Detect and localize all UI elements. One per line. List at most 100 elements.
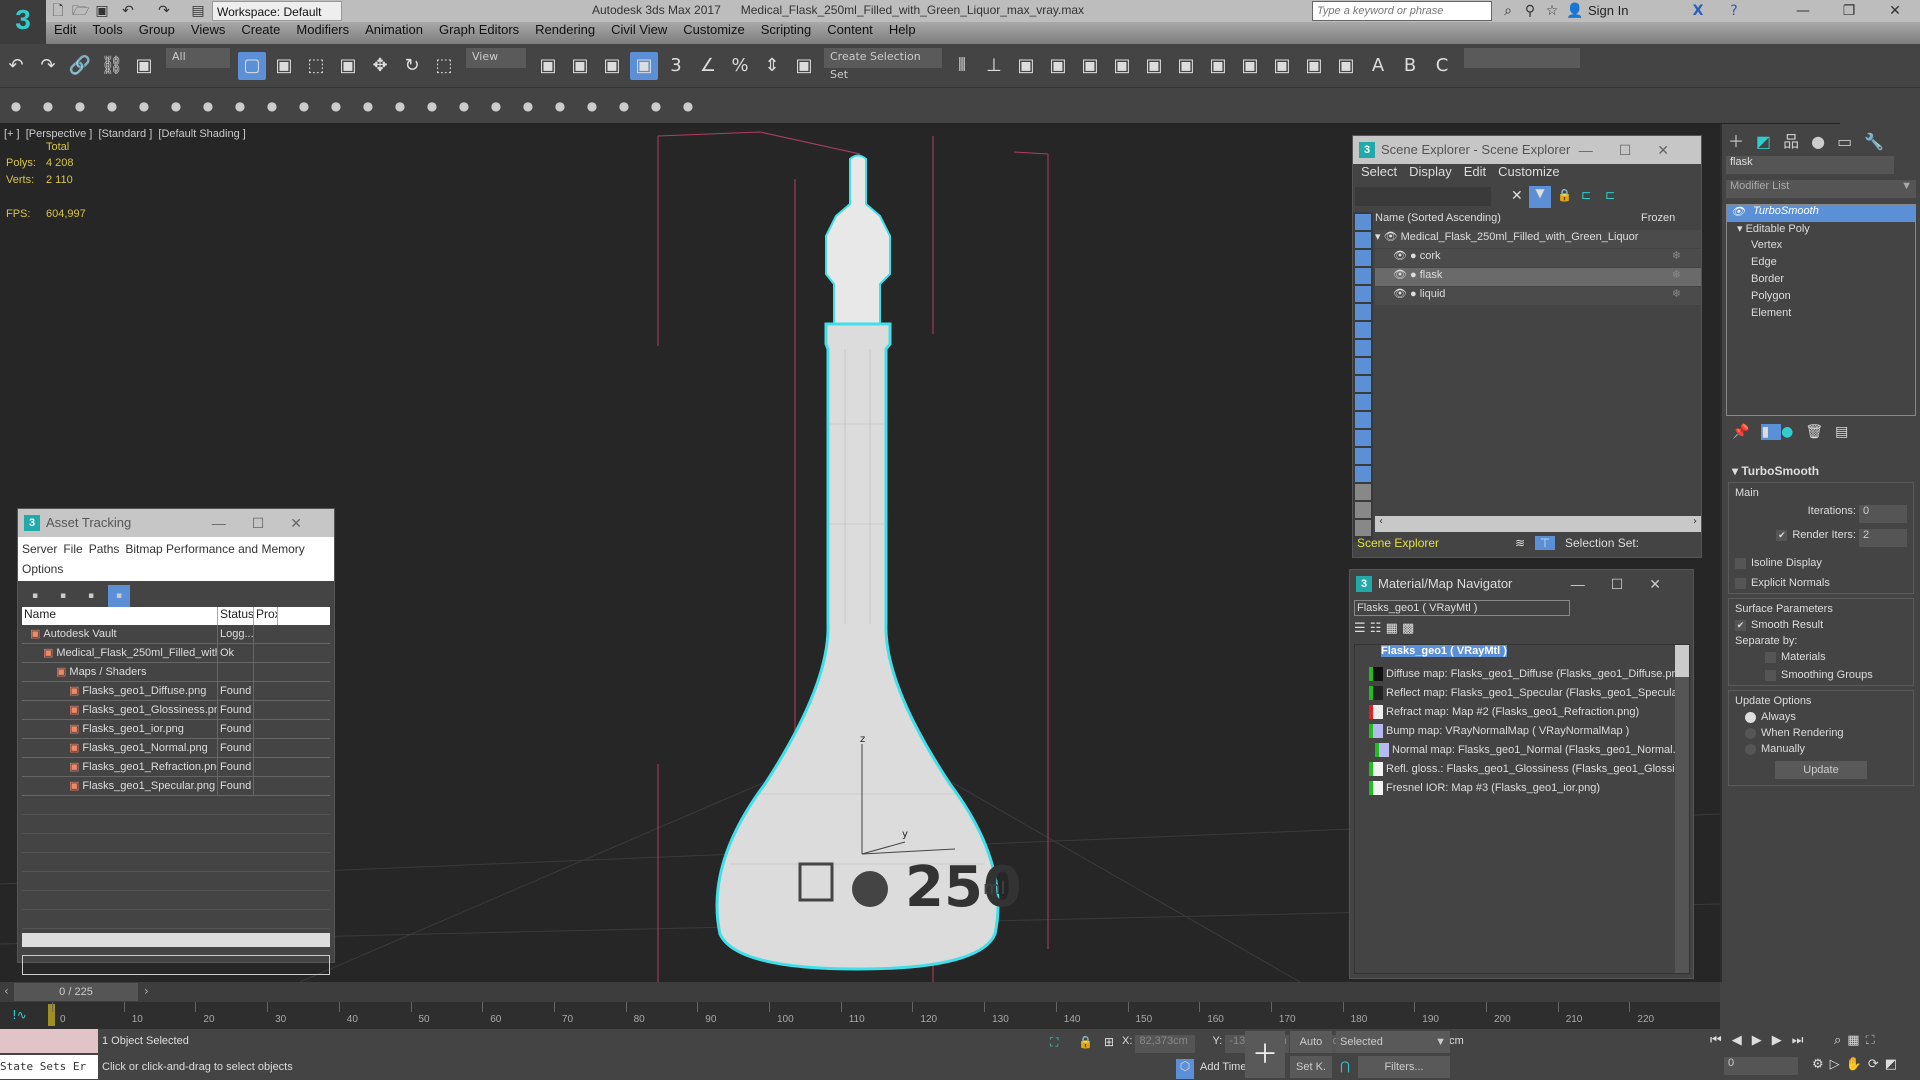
map-item[interactable]: Fresnel IOR: Map #3 (Flasks_geo1_ior.png… (1355, 779, 1689, 798)
open-file-icon[interactable]: 🗁 (72, 3, 89, 19)
scene-search-input[interactable] (1355, 187, 1491, 206)
hierarchy-collapse-icon[interactable]: ⊏ (1605, 188, 1615, 202)
render-iters-spinner[interactable]: 2 (1859, 529, 1907, 547)
hierarchy-icon[interactable]: ⊏ (1581, 188, 1591, 202)
always-radio[interactable] (1745, 711, 1756, 723)
modifier-eye-icon[interactable]: 👁 (1731, 205, 1745, 218)
column-header[interactable]: Status (218, 607, 254, 625)
tree-row-cork[interactable]: 👁 ● cork ❄ (1375, 249, 1701, 267)
asset-menu-item[interactable]: Paths (89, 542, 120, 556)
curve-editor-icon[interactable]: ▣ (1076, 52, 1104, 80)
restore-button[interactable]: ❐ (1826, 0, 1872, 22)
list-view-icon[interactable]: ▪ (108, 585, 130, 607)
x-coordinate-field[interactable]: 82,373cm (1135, 1035, 1196, 1053)
map-item[interactable]: Bump map: VRayNormalMap ( VRayNormalMap … (1355, 722, 1689, 741)
manually-radio[interactable] (1745, 743, 1756, 755)
asset-row[interactable]: ▣ Flasks_geo1_Normal.png Found (22, 739, 330, 758)
window-controls[interactable]: —☐✕ (212, 509, 328, 537)
explorer-selector[interactable]: Scene Explorer (1353, 536, 1439, 550)
star-icon[interactable]: ☆ (1544, 3, 1560, 19)
menu-create[interactable]: Create (233, 22, 288, 37)
toolbar2-tool-icon[interactable]: ● (5, 95, 27, 117)
place-icon[interactable]: ▣ (534, 52, 562, 80)
menu-content[interactable]: Content (819, 22, 881, 37)
named-selection-set-dropdown[interactable]: Create Selection Set (824, 48, 942, 81)
maxscript-listener[interactable] (0, 1029, 98, 1053)
new-file-icon[interactable]: 🗋 (50, 3, 66, 19)
frozen-icon[interactable]: ❄ (1672, 287, 1681, 300)
frozen-icon[interactable]: ❄ (1672, 249, 1681, 262)
exchange-icon[interactable]: X (1690, 3, 1706, 19)
curve-editor-icon[interactable]: !∿ (12, 1008, 27, 1022)
rendered-frame-icon[interactable]: ▣ (1204, 52, 1232, 80)
binoculars-icon[interactable]: ⌕ (1500, 3, 1516, 19)
object-name-field[interactable]: flask (1726, 156, 1894, 174)
toolbar2-tool-icon[interactable]: ● (485, 95, 507, 117)
select-object-icon[interactable]: ▢ (238, 52, 266, 80)
state-sets-field[interactable]: State Sets Er (0, 1055, 98, 1079)
display-filter-icon[interactable] (1355, 520, 1371, 536)
layers-icon[interactable]: ≋ (1515, 536, 1525, 550)
set-key-big-button[interactable]: ＋ (1245, 1031, 1285, 1078)
time-config-icon[interactable]: ⚙ (1812, 1057, 1830, 1072)
visibility-eye-icon[interactable]: 👁 (1393, 250, 1410, 262)
material-navigator-titlebar[interactable]: 3 Material/Map Navigator —☐✕ (1350, 570, 1693, 598)
tree-row-liquid[interactable]: 👁 ● liquid ❄ (1375, 287, 1701, 305)
menu-group[interactable]: Group (131, 22, 183, 37)
scene-explorer-titlebar[interactable]: 3 Scene Explorer - Scene Explorer —☐✕ (1353, 136, 1701, 164)
set-key-button[interactable]: Set K. (1290, 1056, 1332, 1078)
utilities-tab-icon[interactable]: 🔧 (1864, 132, 1896, 151)
project-icon[interactable]: ▤ (190, 3, 206, 19)
display-filter-icon[interactable] (1355, 448, 1371, 464)
select-by-name-icon[interactable]: ▣ (270, 52, 298, 80)
toolbar2-tool-icon[interactable]: ● (197, 95, 219, 117)
asset-menu-item[interactable]: Bitmap Performance and Memory (125, 542, 304, 556)
stack-item[interactable]: Edge (1727, 256, 1915, 273)
menu-civil-view[interactable]: Civil View (603, 22, 675, 37)
spinner-snap-icon[interactable]: ⇕ (758, 52, 786, 80)
visibility-eye-icon[interactable]: 👁 (1393, 288, 1410, 300)
toolbar2-tool-icon[interactable]: ● (325, 95, 347, 117)
display-filter-icon[interactable] (1355, 502, 1371, 518)
time-tag-icon[interactable]: ⬡ (1176, 1059, 1194, 1079)
show-end-result-icon[interactable]: ▮ (1761, 424, 1782, 440)
toolbar2-tool-icon[interactable]: ● (581, 95, 603, 117)
view-list-icon[interactable]: ☰ (1354, 621, 1370, 636)
materials-checkbox[interactable] (1765, 651, 1776, 663)
display-filter-icon[interactable] (1355, 214, 1371, 230)
display-filter-icon[interactable] (1355, 394, 1371, 410)
next-frame-button[interactable]: › (144, 984, 149, 998)
text-b-icon[interactable]: B (1396, 52, 1424, 80)
zoom-all-icon[interactable]: ▦ (1847, 1033, 1865, 1048)
toolbar2-tool-icon[interactable]: ● (293, 95, 315, 117)
modify-tab-icon[interactable]: ◩ (1756, 132, 1783, 151)
undo-icon[interactable]: ↶ (120, 3, 136, 19)
explicit-normals-checkbox[interactable] (1735, 577, 1746, 589)
prev-frame-button[interactable]: ‹ (4, 984, 9, 998)
vertical-scrollbar[interactable] (1675, 645, 1689, 973)
mirror-icon[interactable]: ▣ (598, 52, 626, 80)
menu-rendering[interactable]: Rendering (527, 22, 603, 37)
asset-menu-item[interactable]: File (63, 542, 82, 556)
text-c-icon[interactable]: C (1428, 52, 1456, 80)
toolbar2-tool-icon[interactable]: ● (421, 95, 443, 117)
stack-item[interactable]: ▾ Editable Poly (1727, 222, 1915, 239)
update-button[interactable]: Update (1775, 761, 1867, 779)
move-icon[interactable]: ✥ (366, 52, 394, 80)
undo-icon[interactable]: ↶ (2, 52, 30, 80)
edit-named-selection-icon[interactable]: ▣ (790, 52, 818, 80)
map-item[interactable]: Refract map: Map #2 (Flasks_geo1_Refract… (1355, 703, 1689, 722)
selection-lock-icon[interactable]: 🔒 (1078, 1035, 1093, 1049)
pan-icon[interactable]: ✋ (1846, 1057, 1868, 1072)
asset-row[interactable]: ▣ Flasks_geo1_Diffuse.png Found (22, 682, 330, 701)
help-icon[interactable]: ? (1726, 3, 1742, 19)
menu-help[interactable]: Help (881, 22, 924, 37)
align-icon[interactable]: ⊥ (980, 52, 1008, 80)
smoothing-groups-checkbox[interactable] (1765, 669, 1776, 681)
material-name-field[interactable]: Flasks_geo1 ( VRayMtl ) (1354, 600, 1570, 616)
display-filter-icon[interactable] (1355, 340, 1371, 356)
visibility-eye-icon[interactable]: 👁 (1393, 269, 1410, 281)
toolbar2-tool-icon[interactable]: ● (133, 95, 155, 117)
filter-icon[interactable]: ▼ (1529, 186, 1551, 208)
lock-icon[interactable]: 🔒 (1557, 188, 1572, 202)
